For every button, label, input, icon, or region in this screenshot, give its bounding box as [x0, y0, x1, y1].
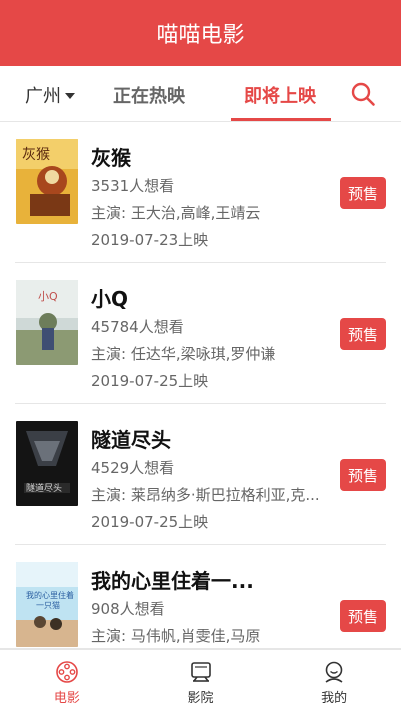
svg-text:灰猴: 灰猴 — [22, 147, 50, 163]
movie-actors: 主演: 王大治,高峰,王靖云 — [91, 204, 261, 222]
caret-down-icon — [65, 93, 75, 99]
movie-wish-count: 45784人想看 — [91, 318, 184, 336]
film-reel-icon — [56, 661, 78, 683]
movie-wish-count: 908人想看 — [91, 600, 165, 618]
movie-title: 灰猴 — [91, 146, 131, 170]
movie-list: 灰猴 灰猴 3531人想看 主演: 王大治,高峰,王靖云 2019-07-23上… — [0, 122, 401, 648]
movie-poster[interactable]: 隧道尽头 — [16, 421, 78, 506]
svg-text:我的心里住着: 我的心里住着 — [26, 590, 74, 600]
presell-button[interactable]: 预售 — [340, 177, 386, 209]
top-nav: 广州 正在热映 即将上映 — [0, 66, 401, 122]
tabbar-mine[interactable]: 我的 — [267, 650, 401, 714]
city-selector[interactable]: 广州 — [25, 82, 75, 108]
tab-coming-soon[interactable]: 即将上映 — [244, 82, 316, 108]
tab-now-showing[interactable]: 正在热映 — [113, 82, 185, 108]
movie-release-date: 2019-07-25上映 — [91, 372, 209, 390]
user-icon — [325, 661, 343, 683]
movie-title: 我的心里住着一... — [91, 569, 254, 593]
movie-actors: 主演: 莱昂纳多·斯巴拉格利亚,克... — [91, 486, 320, 504]
tabbar-cinema[interactable]: 影院 — [134, 650, 268, 714]
app-title: 喵喵电影 — [156, 23, 245, 48]
tabbar-movie[interactable]: 电影 — [0, 650, 134, 714]
movie-poster[interactable]: 灰猴 — [16, 139, 78, 224]
svg-text:隧道尽头: 隧道尽头 — [26, 482, 62, 494]
movie-release-date: 2019-07-23上映 — [91, 231, 209, 249]
movie-wish-count: 4529人想看 — [91, 459, 175, 477]
bottom-tab-bar: 电影 影院 我的 — [0, 648, 401, 714]
active-tab-indicator — [231, 118, 331, 121]
presell-button[interactable]: 预售 — [340, 600, 386, 632]
movie-actors: 主演: 任达华,梁咏琪,罗仲谦 — [91, 345, 276, 363]
tabbar-mine-label: 我的 — [321, 691, 348, 706]
movie-title: 小Q — [91, 287, 129, 311]
app-header: 喵喵电影 — [0, 0, 401, 66]
tabbar-movie-label: 电影 — [53, 691, 80, 706]
movie-actors: 主演: 马伟帆,肖雯佳,马原 — [91, 627, 261, 645]
svg-text:小Q: 小Q — [38, 290, 58, 303]
presell-button[interactable]: 预售 — [340, 459, 386, 491]
movie-title: 隧道尽头 — [91, 428, 171, 452]
movie-poster[interactable]: 我的心里住着 一只猫 — [16, 562, 78, 647]
movie-item[interactable]: 灰猴 灰猴 3531人想看 主演: 王大治,高峰,王靖云 2019-07-23上… — [15, 122, 386, 263]
cinema-icon — [190, 662, 211, 682]
movie-item[interactable]: 我的心里住着 一只猫 我的心里住着一... 908人想看 主演: 马伟帆,肖雯佳… — [15, 545, 386, 648]
city-label: 广州 — [25, 86, 61, 107]
presell-button[interactable]: 预售 — [340, 318, 386, 350]
movie-wish-count: 3531人想看 — [91, 177, 175, 195]
movie-item[interactable]: 隧道尽头 隧道尽头 4529人想看 主演: 莱昂纳多·斯巴拉格利亚,克... 2… — [15, 404, 386, 545]
svg-text:一只猫: 一只猫 — [36, 600, 60, 610]
movie-item[interactable]: 小Q 小Q 45784人想看 主演: 任达华,梁咏琪,罗仲谦 2019-07-2… — [15, 263, 386, 404]
tabbar-cinema-label: 影院 — [187, 691, 214, 706]
search-icon[interactable] — [350, 81, 376, 107]
movie-poster[interactable]: 小Q — [16, 280, 78, 365]
movie-release-date: 2019-07-25上映 — [91, 513, 209, 531]
